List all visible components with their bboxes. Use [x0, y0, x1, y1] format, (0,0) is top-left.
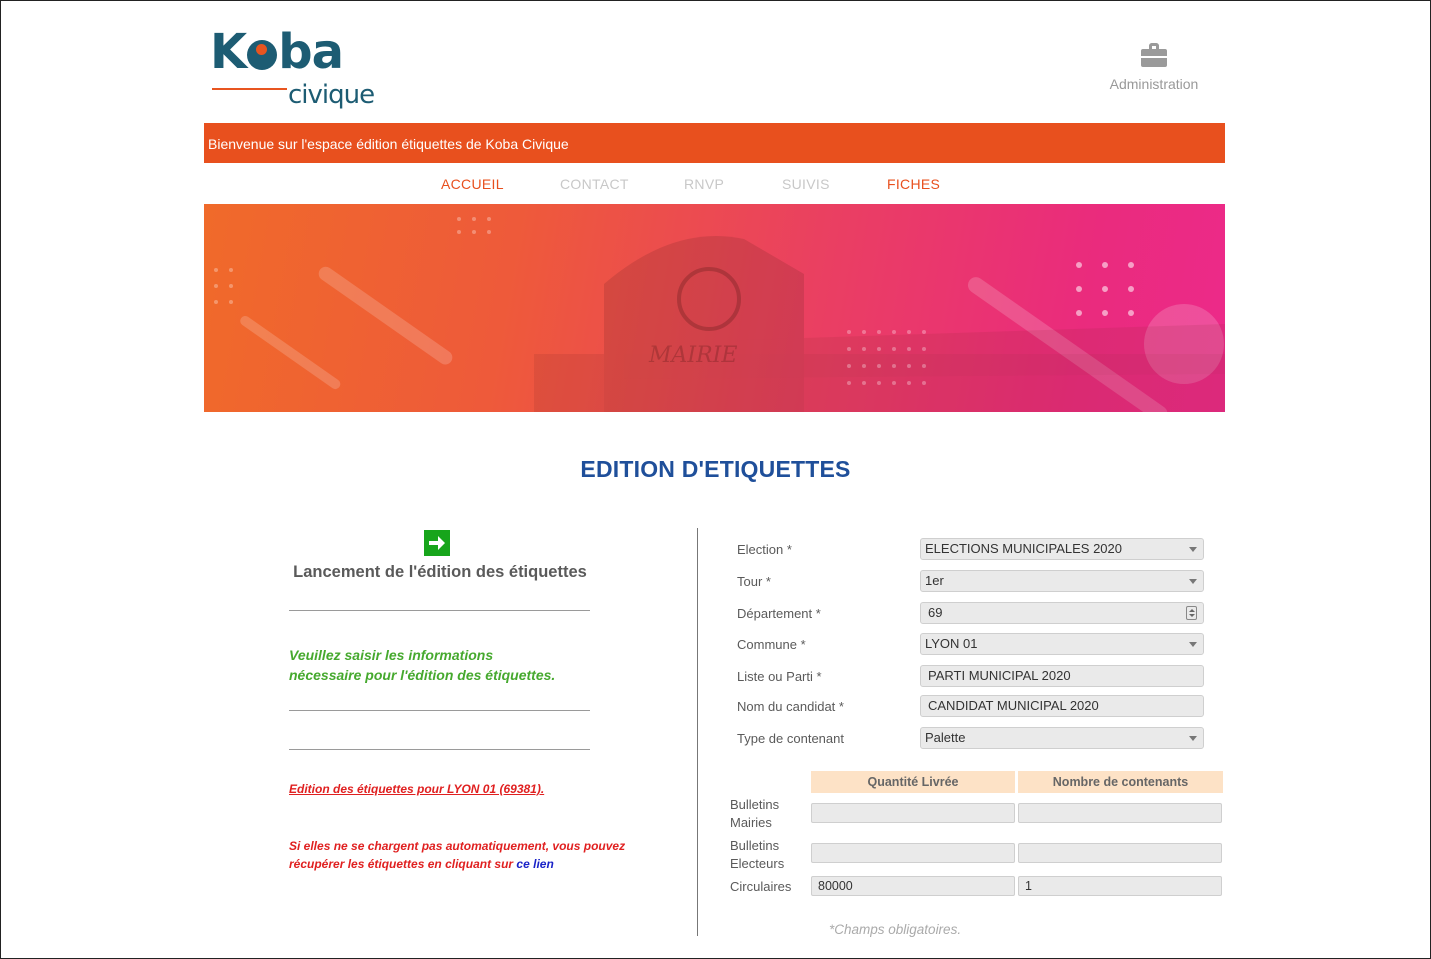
logo-subtitle: civique	[288, 80, 375, 110]
logo[interactable]: Kba civique	[210, 22, 375, 117]
qty-circulaires-input[interactable]: 80000	[811, 876, 1015, 896]
contenant-label: Type de contenant	[737, 731, 844, 746]
info-message: Veuillez saisir les informations nécessa…	[289, 645, 589, 685]
row-label-line-1: Bulletins	[730, 797, 780, 812]
column-divider	[697, 528, 698, 936]
liste-label: Liste ou Parti *	[737, 669, 822, 684]
count-mairies-input[interactable]	[1018, 803, 1222, 823]
tour-label: Tour *	[737, 574, 771, 589]
stepper-icon[interactable]	[1186, 606, 1197, 620]
tour-value: 1er	[925, 573, 944, 588]
mairie-illustration: MAIRIE	[214, 217, 1225, 412]
note-line-2: récupérer les étiquettes en cliquant sur	[289, 857, 514, 871]
briefcase-icon	[1140, 43, 1168, 69]
note-line-1: Si elles ne se chargent pas automatiquem…	[289, 839, 626, 853]
nav-item-contact[interactable]: CONTACT	[560, 176, 629, 192]
main-nav: ACCUEIL CONTACT RNVP SUIVIS FICHES	[204, 163, 1225, 204]
count-circulaires-input[interactable]: 1	[1018, 876, 1222, 896]
row-label-electeurs: Bulletins Electeurs	[730, 837, 784, 873]
divider	[289, 749, 590, 750]
count-electeurs-input[interactable]	[1018, 843, 1222, 863]
commune-value: LYON 01	[925, 636, 978, 651]
nav-item-suivis[interactable]: SUIVIS	[782, 176, 830, 192]
row-label-mairies: Bulletins Mairies	[730, 796, 779, 832]
info-line-1: Veuillez saisir les informations	[289, 647, 494, 663]
row-label-line-1: Bulletins	[730, 838, 780, 853]
candidat-input[interactable]: CANDIDAT MUNICIPAL 2020	[920, 695, 1204, 717]
download-note: Si elles ne se chargent pas automatiquem…	[289, 837, 629, 873]
departement-value: 69	[928, 605, 943, 620]
administration-link[interactable]: Administration	[1098, 43, 1210, 92]
nav-item-fiches[interactable]: FICHES	[887, 176, 940, 192]
edition-message: Edition des étiquettes pour LYON 01 (693…	[289, 782, 545, 796]
note-line-2-wrap: récupérer les étiquettes en cliquant sur…	[289, 855, 629, 873]
page-title: EDITION D'ETIQUETTES	[580, 456, 851, 482]
departement-label: Département *	[737, 606, 821, 621]
election-label: Election *	[737, 542, 792, 557]
liste-input[interactable]: PARTI MUNICIPAL 2020	[920, 665, 1204, 687]
row-label-circulaires: Circulaires	[730, 879, 792, 894]
row-label-line-2: Electeurs	[730, 856, 785, 871]
header-contenants: Nombre de contenants	[1018, 771, 1223, 793]
commune-select[interactable]: LYON 01	[920, 633, 1204, 655]
welcome-bar: Bienvenue sur l'espace édition étiquette…	[204, 123, 1225, 163]
logo-underline	[212, 88, 287, 90]
administration-label: Administration	[1109, 76, 1199, 92]
arrow-right-icon[interactable]	[424, 530, 450, 556]
contenant-select[interactable]: Palette	[920, 727, 1204, 749]
divider	[289, 710, 590, 711]
banner-mairie-text: MAIRIE	[648, 343, 737, 368]
download-link[interactable]: ce lien	[516, 857, 553, 871]
departement-input[interactable]: 69	[920, 602, 1204, 624]
commune-label: Commune *	[737, 637, 806, 652]
nav-item-accueil[interactable]: ACCUEIL	[441, 176, 504, 192]
election-select[interactable]: ELECTIONS MUNICIPALES 2020	[920, 538, 1204, 560]
required-note: *Champs obligatoires.	[829, 922, 962, 937]
liste-value: PARTI MUNICIPAL 2020	[928, 668, 1071, 683]
candidat-label: Nom du candidat *	[737, 699, 844, 714]
header-quantite: Quantité Livrée	[811, 771, 1015, 793]
contenant-value: Palette	[925, 730, 966, 745]
nav-item-rnvp[interactable]: RNVP	[684, 176, 724, 192]
election-value: ELECTIONS MUNICIPALES 2020	[925, 541, 1122, 556]
hero-banner: MAIRIE	[204, 204, 1225, 412]
tour-select[interactable]: 1er	[920, 570, 1204, 592]
logo-dot-icon	[247, 40, 278, 70]
candidat-value: CANDIDAT MUNICIPAL 2020	[928, 698, 1099, 713]
logo-wordmark: Kba	[210, 24, 344, 80]
qty-mairies-input[interactable]	[811, 803, 1015, 823]
info-line-2: nécessaire pour l'édition des étiquettes…	[289, 667, 556, 683]
row-label-line-2: Mairies	[730, 815, 772, 830]
launch-title: Lancement de l'édition des étiquettes	[293, 563, 587, 581]
qty-electeurs-input[interactable]	[811, 843, 1015, 863]
divider	[289, 610, 590, 611]
